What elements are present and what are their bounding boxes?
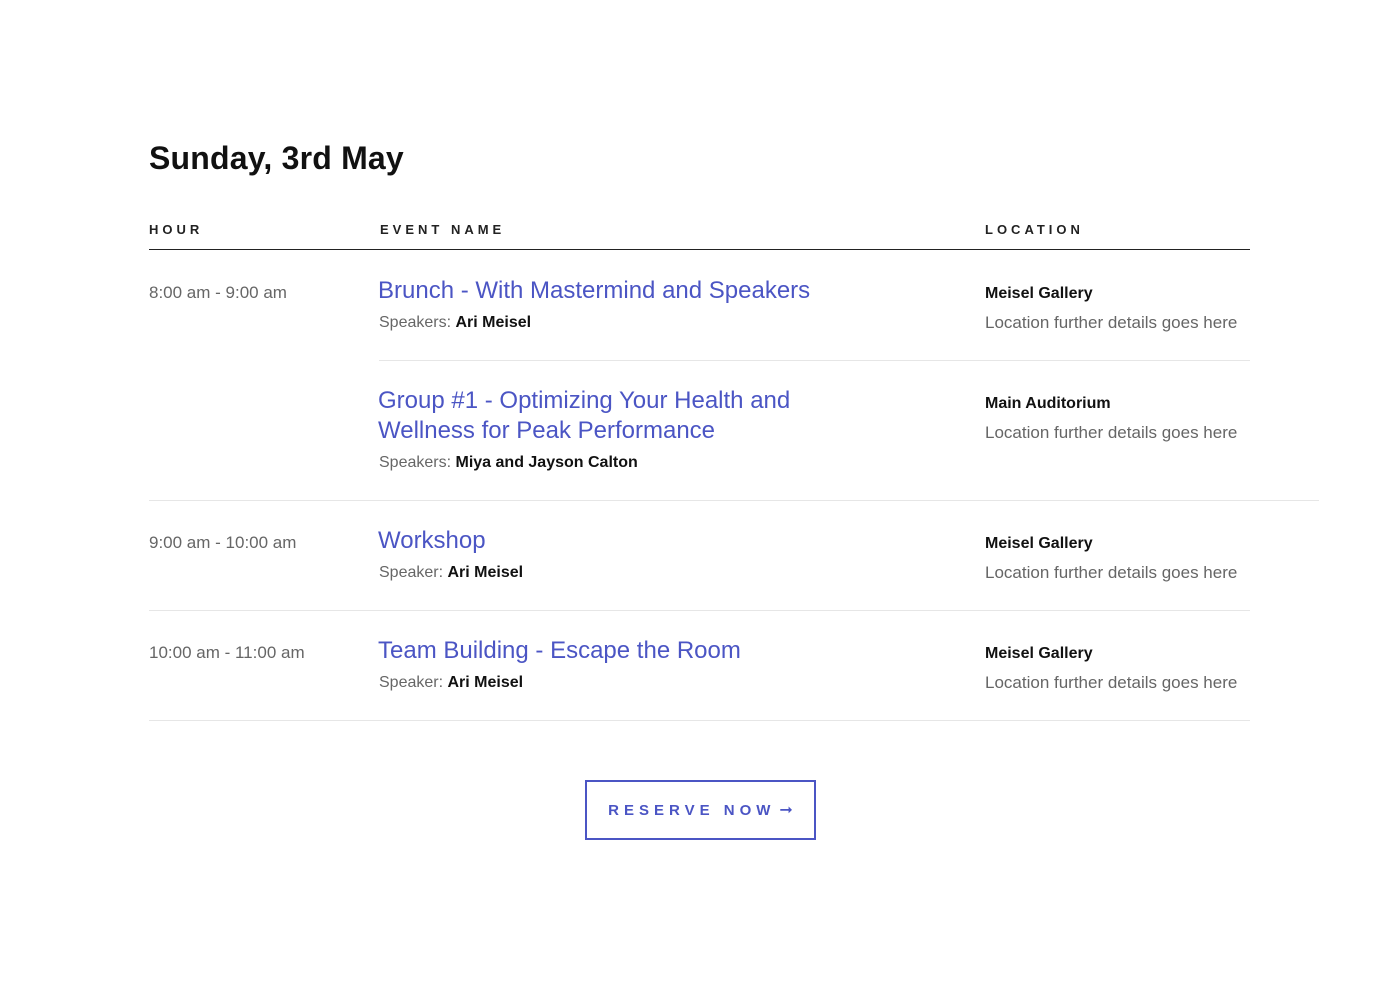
- slot-divider: [149, 720, 1250, 721]
- slot-hour: 9:00 am - 10:00 am: [149, 533, 297, 552]
- page-title: Sunday, 3rd May: [149, 140, 404, 176]
- event-speakers: Speaker: Ari Meisel: [379, 674, 523, 692]
- location-detail: Location further details goes here: [985, 423, 1238, 442]
- reserve-now-label: RESERVE NOW: [608, 801, 776, 819]
- event-title-link[interactable]: Brunch - With Mastermind and Speakers: [378, 276, 848, 306]
- event-speakers: Speakers: Miya and Jayson Calton: [379, 454, 638, 472]
- location-detail: Location further details goes here: [985, 673, 1238, 692]
- speaker-name: Ari Meisel: [447, 674, 524, 691]
- reserve-now-button[interactable]: RESERVE NOW ➞: [585, 780, 816, 840]
- speaker-name: Ari Meisel: [455, 314, 532, 331]
- column-header-event-name: EVENT NAME: [380, 222, 506, 237]
- slot-hour: 8:00 am - 9:00 am: [149, 283, 287, 302]
- table-header: HOUR EVENT NAME LOCATION: [149, 222, 1250, 250]
- location-name: Meisel Gallery: [985, 285, 1093, 302]
- event-divider: [379, 360, 1250, 361]
- speaker-name: Ari Meisel: [447, 564, 524, 581]
- slot-hour: 10:00 am - 11:00 am: [149, 643, 305, 662]
- arrow-right-icon: ➞: [779, 802, 793, 819]
- slot-divider: [149, 500, 1319, 501]
- location-detail: Location further details goes here: [985, 313, 1238, 332]
- event-speakers: Speaker: Ari Meisel: [379, 564, 523, 582]
- event-speakers: Speakers: Ari Meisel: [379, 314, 531, 332]
- event-title-link[interactable]: Workshop: [378, 526, 848, 556]
- location-name: Meisel Gallery: [985, 645, 1093, 662]
- slot-divider: [149, 610, 1250, 611]
- speakers-label: Speaker:: [379, 564, 444, 581]
- location-name: Main Auditorium: [985, 395, 1111, 412]
- speakers-label: Speakers:: [379, 454, 452, 471]
- column-header-location: LOCATION: [985, 222, 1084, 237]
- speakers-label: Speaker:: [379, 674, 444, 691]
- event-title-link[interactable]: Team Building - Escape the Room: [378, 636, 848, 666]
- speaker-name: Miya and Jayson Calton: [455, 454, 638, 471]
- speakers-label: Speakers:: [379, 314, 452, 331]
- location-detail: Location further details goes here: [985, 563, 1238, 582]
- event-title-link[interactable]: Group #1 - Optimizing Your Health and We…: [378, 386, 848, 446]
- location-name: Meisel Gallery: [985, 535, 1093, 552]
- column-header-hour: HOUR: [149, 222, 204, 237]
